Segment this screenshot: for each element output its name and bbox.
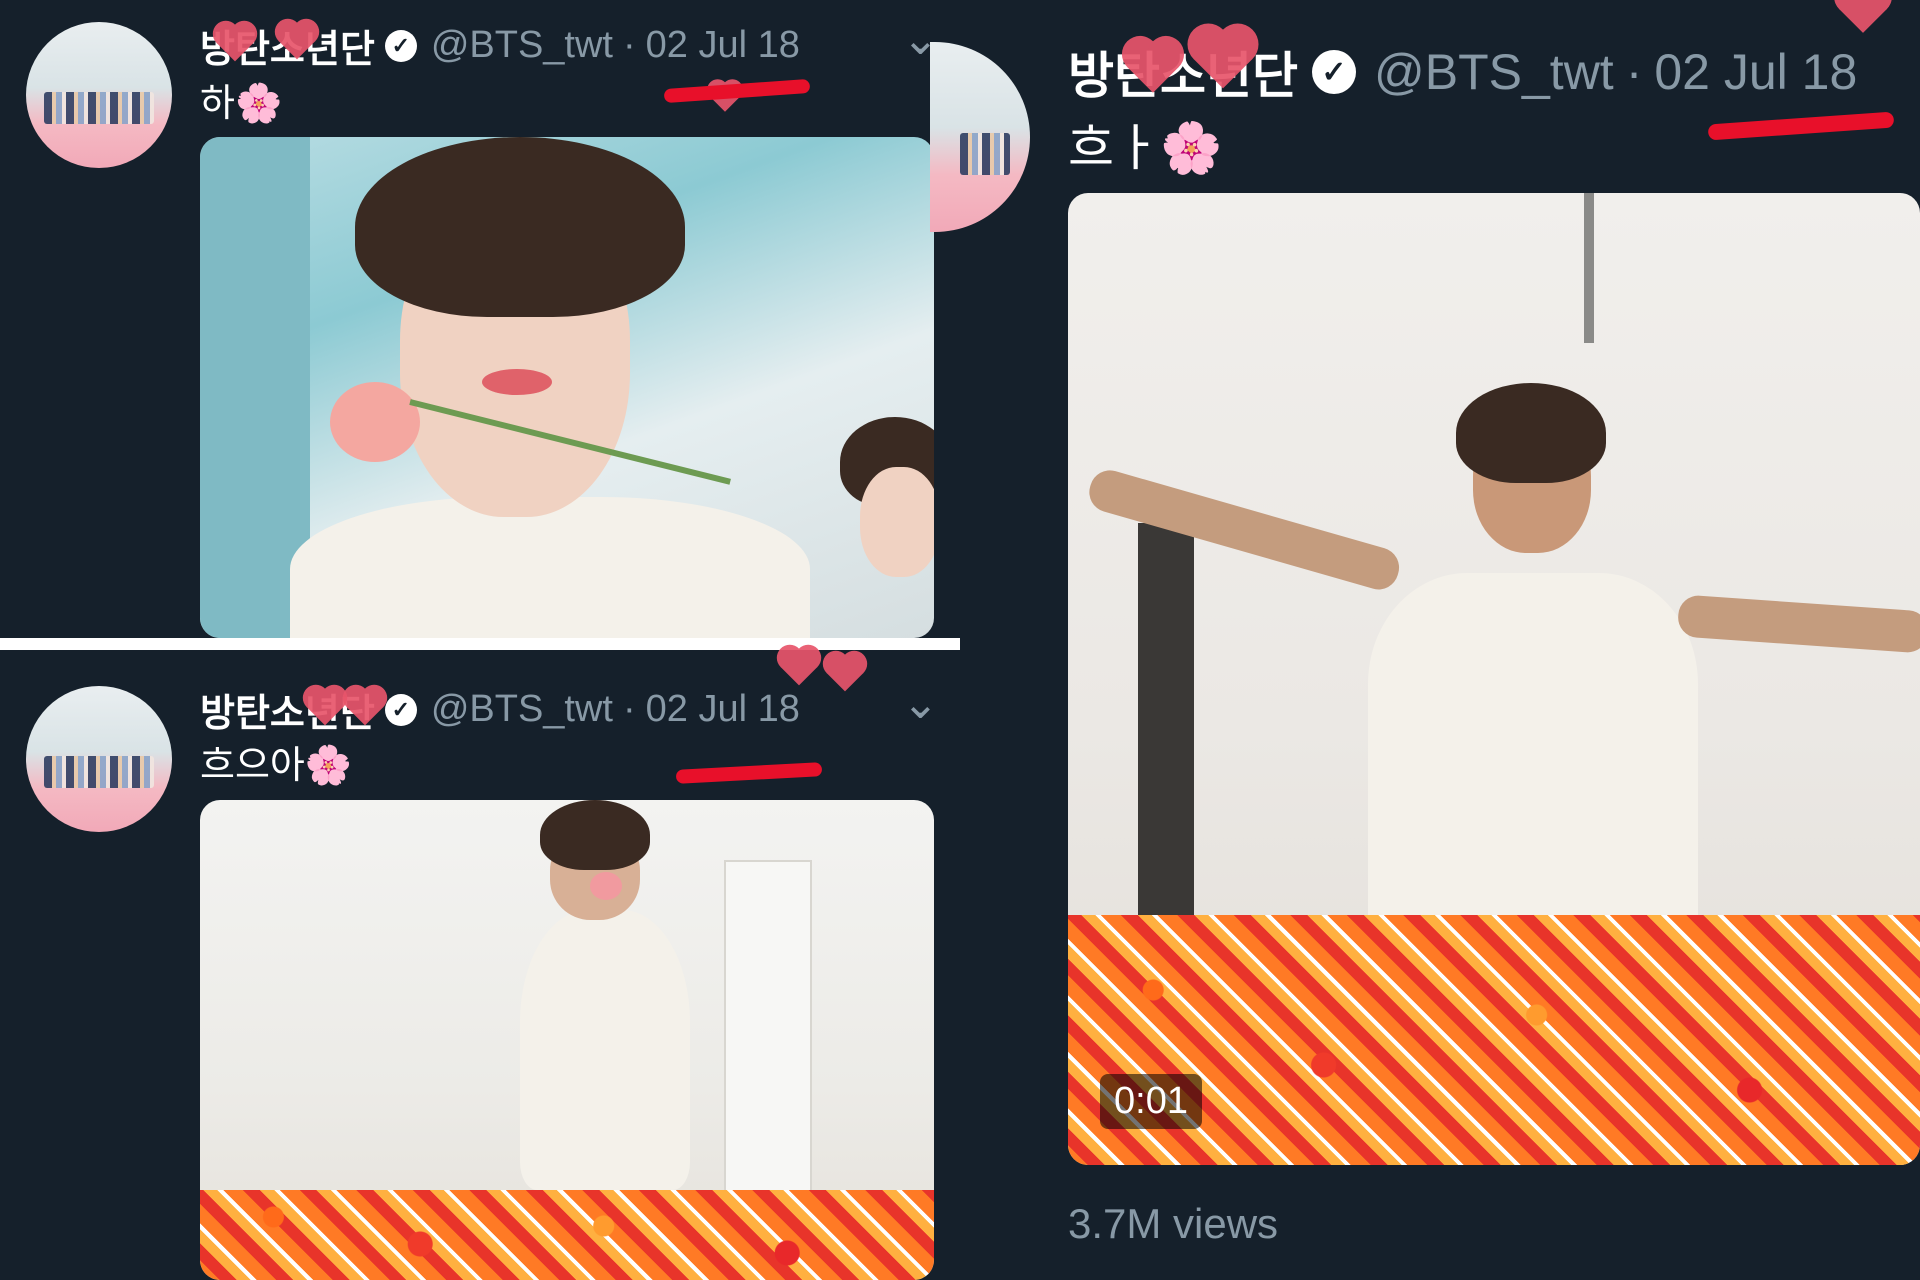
- video-duration-badge: 0:01: [1100, 1074, 1202, 1129]
- avatar[interactable]: [26, 686, 172, 832]
- heart-sticker: [780, 648, 818, 686]
- avatar-group-photo: [960, 133, 1010, 175]
- tweet-text: 흐으아🌸: [200, 745, 353, 787]
- avatar-group-photo: [43, 756, 155, 789]
- verified-badge-icon: ✓: [1312, 50, 1356, 94]
- person-hair: [540, 800, 650, 870]
- tweet-text: 하🌸: [200, 83, 283, 125]
- person-shirt: [1368, 573, 1698, 943]
- background-person-face: [860, 467, 934, 577]
- person-shirt: [520, 910, 690, 1190]
- person-shirt: [290, 497, 810, 638]
- verified-badge-icon: ✓: [384, 29, 417, 62]
- white-panel: [724, 860, 812, 1224]
- avatar[interactable]: [930, 42, 1030, 232]
- flower-field: [200, 1190, 934, 1280]
- rose: [590, 872, 622, 900]
- light-stand: [1138, 523, 1194, 953]
- separator-dot: ·: [622, 688, 636, 730]
- handle[interactable]: @BTS_twt: [1374, 43, 1614, 101]
- chevron-down-icon[interactable]: ⌄: [902, 678, 939, 729]
- handle[interactable]: @BTS_twt: [431, 24, 613, 67]
- lips: [482, 369, 552, 395]
- verified-badge-icon: ✓: [384, 693, 417, 726]
- person-hair: [355, 137, 685, 317]
- heart-sticker: [1839, 0, 1887, 33]
- separator-dot: ·: [1625, 44, 1643, 100]
- annotation-underline: [675, 762, 823, 784]
- handle[interactable]: @BTS_twt: [431, 688, 613, 731]
- annotation-underline: [1707, 111, 1895, 141]
- heart-sticker: [826, 654, 864, 692]
- tweet-panel-1: 방탄소년단 ✓ @BTS_twt · 02 Jul 18 ⌄ 하🌸: [0, 0, 960, 638]
- ceiling-rig: [1584, 193, 1594, 343]
- avatar-group-photo: [43, 92, 155, 125]
- tweet-date[interactable]: 02 Jul 18: [1654, 43, 1857, 101]
- person-hair: [1456, 383, 1606, 483]
- tweet-date[interactable]: 02 Jul 18: [646, 688, 800, 731]
- tweet-text: 흐ㅏ🌸: [1068, 120, 1223, 176]
- tweet-header: 방탄소년단 ✓ @BTS_twt · 02 Jul 18: [200, 682, 800, 737]
- tweet-video[interactable]: 0:01: [1068, 193, 1920, 1165]
- left-arm: [1084, 465, 1404, 595]
- tweet-photo[interactable]: [200, 137, 934, 638]
- rose: [330, 382, 420, 462]
- right-arm: [1676, 594, 1920, 654]
- tweet-date[interactable]: 02 Jul 18: [646, 24, 800, 67]
- separator-dot: ·: [622, 24, 636, 66]
- view-count: 3.7M views: [1068, 1200, 1279, 1247]
- avatar[interactable]: [26, 22, 172, 168]
- tweet-photo[interactable]: [200, 800, 934, 1280]
